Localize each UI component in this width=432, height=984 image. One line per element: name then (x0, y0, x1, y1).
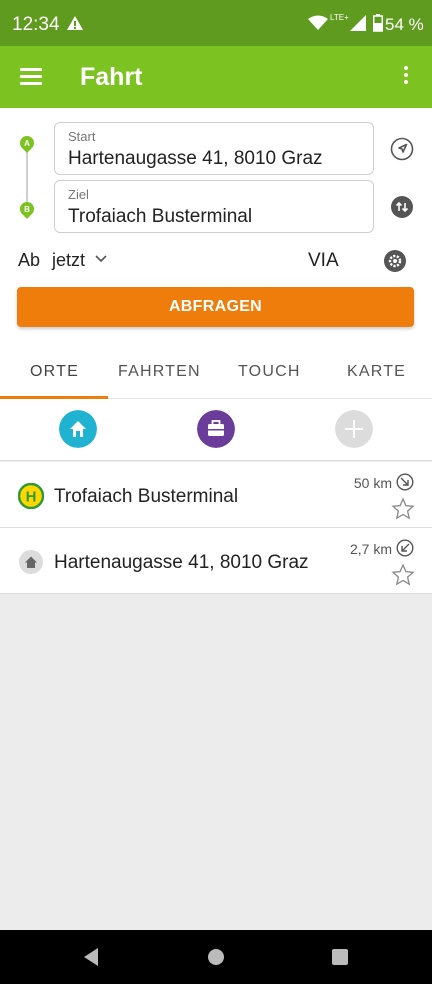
home-icon[interactable] (59, 410, 97, 448)
address-home-icon (19, 550, 43, 574)
place-name: Hartenaugasse 41, 8010 Graz (54, 552, 309, 573)
place-distance: 50 km (353, 475, 392, 491)
wifi-icon (308, 15, 328, 30)
add-icon[interactable] (335, 410, 373, 448)
battery-level: 54 % (385, 15, 424, 34)
list-item[interactable]: Hartenaugasse 41, 8010 Graz 2,7 km (0, 528, 432, 594)
svg-text:H: H (26, 489, 37, 506)
via-button[interactable]: VIA (308, 250, 339, 272)
status-bar: 12:34 LTE+ 54 % (0, 0, 432, 46)
places-list: H Trofaiach Busterminal 50 km Hartenauga… (0, 462, 432, 594)
menu-icon[interactable] (20, 68, 42, 86)
destination-field[interactable]: Ziel Trofaiach Busterminal (54, 180, 374, 233)
start-field-value[interactable]: Hartenaugasse 41, 8010 Graz (68, 148, 323, 170)
settings-icon[interactable] (383, 249, 407, 273)
destination-pin-label: B (24, 205, 30, 214)
back-icon[interactable] (82, 947, 100, 967)
system-nav-bar (0, 930, 432, 984)
location-arrow-icon[interactable] (390, 137, 414, 161)
bus-stop-icon: H (18, 483, 44, 509)
swap-icon[interactable] (390, 195, 414, 219)
page-title: Fahrt (80, 63, 143, 91)
place-distance: 2,7 km (349, 541, 392, 557)
direction-arrow-icon (396, 473, 414, 491)
place-name: Trofaiach Busterminal (54, 486, 239, 507)
tab-fahrten[interactable]: FAHRTEN (118, 363, 201, 381)
destination-field-value[interactable]: Trofaiach Busterminal (68, 206, 252, 228)
tab-orte[interactable]: ORTE (30, 363, 79, 381)
app-bar: Fahrt (0, 46, 432, 108)
signal-icon (350, 15, 366, 31)
network-type: LTE+ (330, 13, 349, 22)
destination-field-label: Ziel (68, 187, 89, 202)
route-line (26, 146, 28, 208)
start-field-label: Start (68, 129, 96, 144)
trip-form: A B Start Hartenaugasse 41, 8010 Graz Zi… (0, 108, 432, 348)
more-vert-icon[interactable] (398, 66, 414, 90)
tab-karte[interactable]: KARTE (347, 363, 406, 381)
battery-icon (373, 14, 383, 32)
recents-icon[interactable] (331, 947, 349, 967)
direction-arrow-icon (396, 539, 414, 557)
chevron-down-icon[interactable] (94, 254, 108, 264)
departure-time-select[interactable]: jetzt (52, 250, 85, 271)
start-field[interactable]: Start Hartenaugasse 41, 8010 Graz (54, 122, 374, 175)
status-time: 12:34 (12, 14, 60, 35)
start-pin-label: A (24, 139, 30, 148)
departure-label: Ab (18, 250, 41, 270)
query-button[interactable]: ABFRAGEN (17, 287, 414, 327)
tab-touch[interactable]: TOUCH (238, 363, 301, 381)
work-icon[interactable] (197, 410, 235, 448)
warning-icon (67, 16, 83, 30)
home-nav-icon[interactable] (207, 947, 225, 967)
tab-bar: ORTE FAHRTEN TOUCH KARTE (0, 348, 432, 399)
list-item[interactable]: H Trofaiach Busterminal 50 km (0, 462, 432, 528)
favorites-row (0, 399, 432, 461)
star-icon[interactable] (391, 497, 415, 521)
star-icon[interactable] (391, 563, 415, 587)
